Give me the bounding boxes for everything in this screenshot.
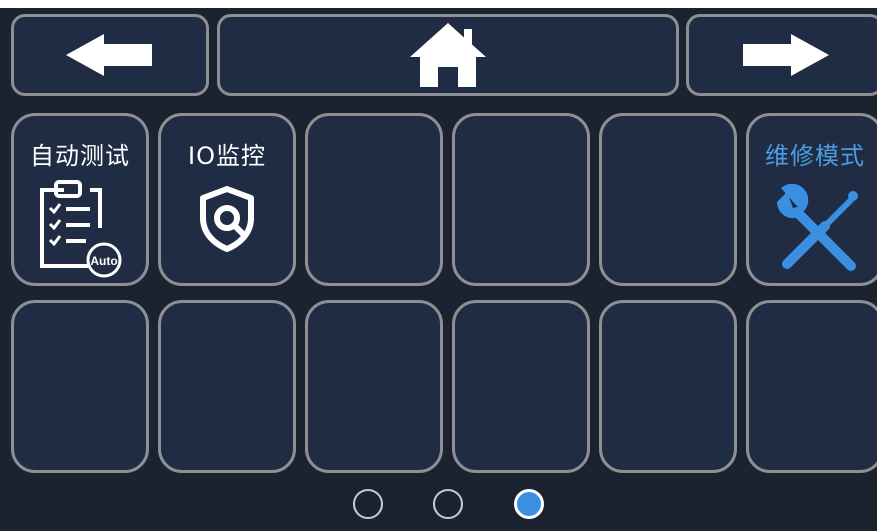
auto-test-checklist-icon: Auto [40,180,122,278]
wrench-screwdriver-icon [776,183,858,271]
tile-empty[interactable] [305,113,443,286]
tile-maintenance-mode[interactable]: 维修模式 [746,113,877,286]
tile-empty[interactable] [599,300,737,473]
tile-empty[interactable] [599,113,737,286]
tile-empty[interactable] [452,300,590,473]
home-button[interactable] [217,14,679,96]
tile-empty[interactable] [158,300,296,473]
page-dot-3-active[interactable] [514,489,544,519]
tile-label: 维修模式 [765,142,865,170]
forward-button[interactable] [686,14,877,96]
tile-empty[interactable] [452,113,590,286]
shield-search-icon [200,186,254,252]
arrow-left-icon [66,34,152,76]
back-button[interactable] [11,14,209,96]
tile-io-monitor[interactable]: IO监控 [158,113,296,286]
home-icon [410,23,486,87]
tile-empty[interactable] [746,300,877,473]
auto-badge-text: Auto [90,254,117,268]
page-dot-1[interactable] [353,489,383,519]
tile-auto-test[interactable]: 自动测试 Auto [11,113,149,286]
arrow-right-icon [743,34,829,76]
tile-empty[interactable] [305,300,443,473]
tile-label: 自动测试 [30,142,130,170]
page-dot-2[interactable] [433,489,463,519]
top-strip [0,0,877,8]
tile-empty[interactable] [11,300,149,473]
tile-label: IO监控 [188,142,266,170]
